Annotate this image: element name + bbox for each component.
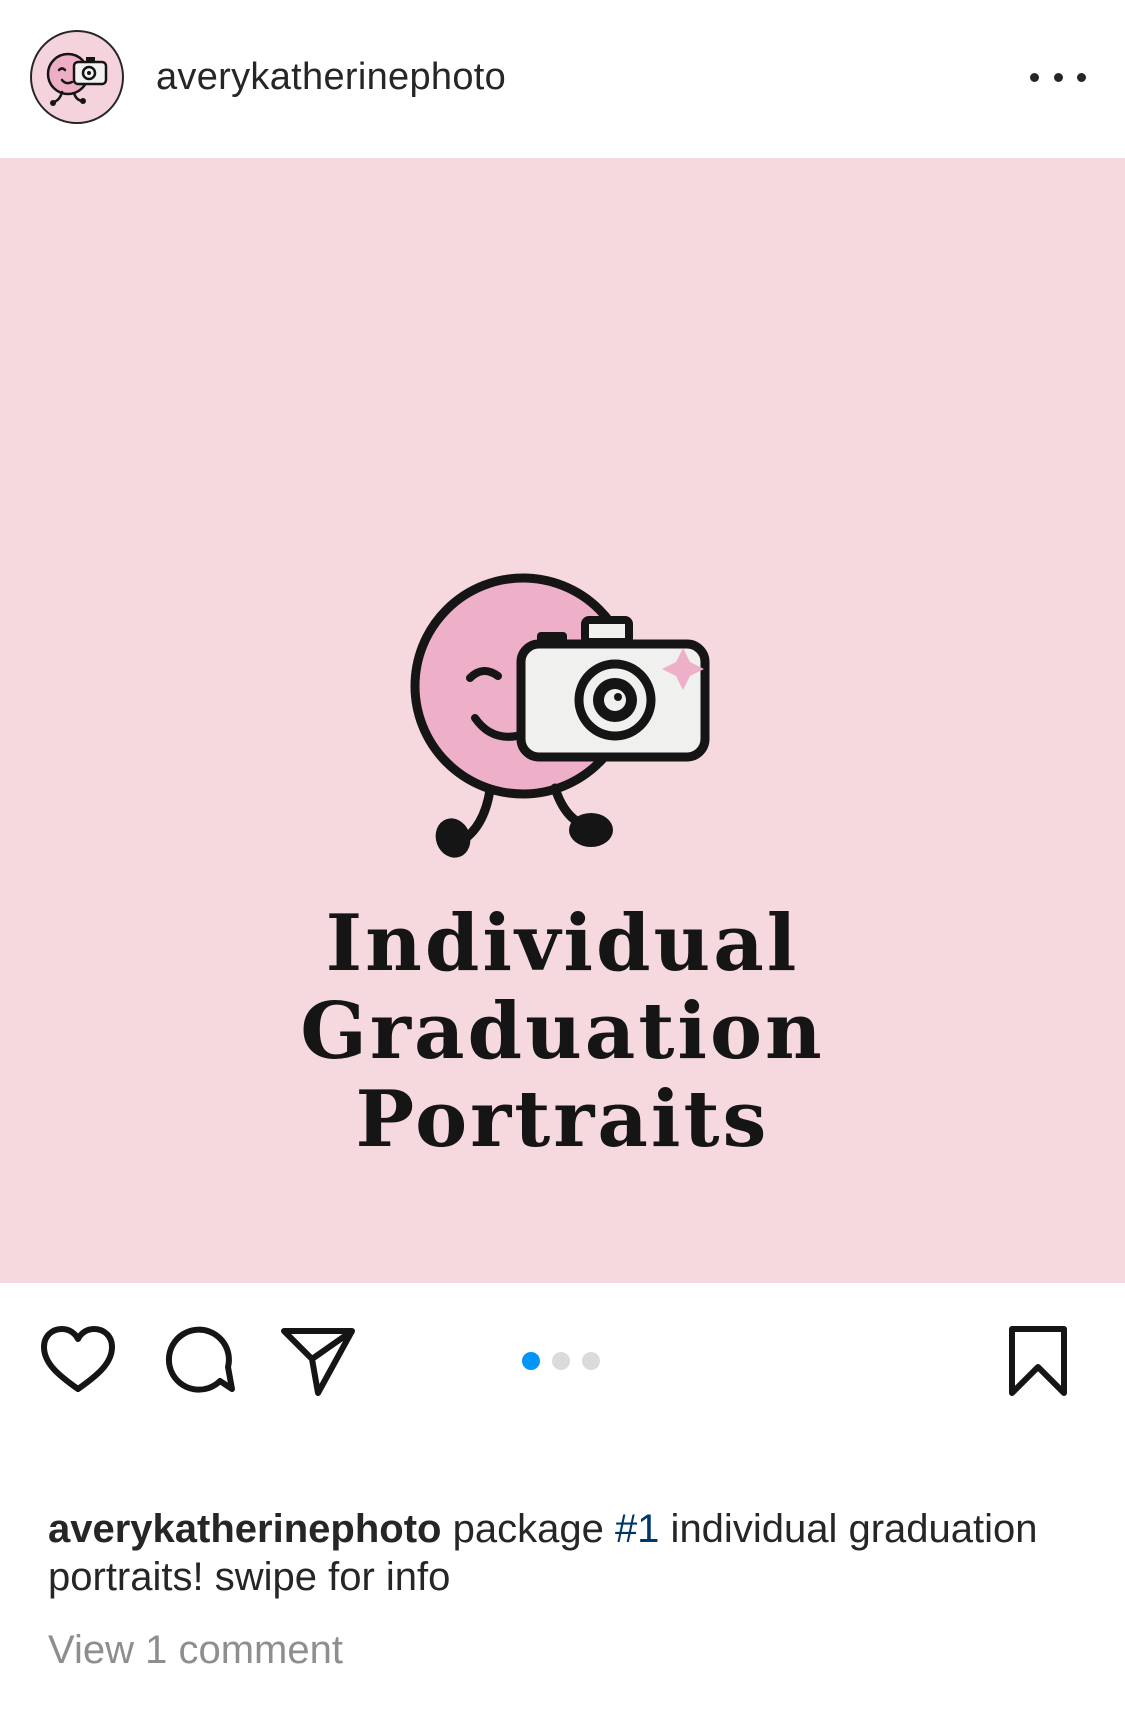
more-dot xyxy=(1030,72,1039,82)
more-options-icon[interactable] xyxy=(1030,62,1086,92)
heart-icon[interactable] xyxy=(38,1321,118,1401)
bookmark-icon[interactable] xyxy=(998,1321,1078,1401)
carousel-dot xyxy=(582,1352,600,1370)
post-caption: averykatherinephoto package #1 individua… xyxy=(48,1505,1078,1601)
caption-hashtag[interactable]: #1 xyxy=(615,1507,660,1551)
view-comments-link[interactable]: View 1 comment xyxy=(48,1626,343,1674)
post-title: Individual Graduation Portraits xyxy=(0,900,1125,1164)
paper-plane-icon[interactable] xyxy=(278,1321,358,1401)
carousel-indicator xyxy=(522,1352,600,1370)
more-dot xyxy=(1053,72,1063,82)
post-title-line: Individual xyxy=(325,898,800,989)
carousel-dot xyxy=(552,1352,570,1370)
post-author-username[interactable]: averykatherinephoto xyxy=(156,52,506,102)
post-title-line: Portraits xyxy=(355,1074,770,1165)
post-header: averykatherinephoto xyxy=(0,0,1125,158)
caption-text: package xyxy=(441,1507,615,1551)
camera-mascot-avatar-icon xyxy=(46,52,108,106)
profile-avatar[interactable] xyxy=(30,30,124,124)
post-title-line: Graduation xyxy=(300,986,825,1077)
post-image[interactable]: Individual Graduation Portraits xyxy=(0,158,1125,1283)
caption-username[interactable]: averykatherinephoto xyxy=(48,1507,441,1551)
post-action-bar xyxy=(0,1283,1125,1443)
carousel-dot-active xyxy=(522,1352,540,1370)
more-dot xyxy=(1077,72,1086,82)
camera-mascot-logo-icon xyxy=(410,573,710,858)
comment-bubble-icon[interactable] xyxy=(158,1321,238,1401)
